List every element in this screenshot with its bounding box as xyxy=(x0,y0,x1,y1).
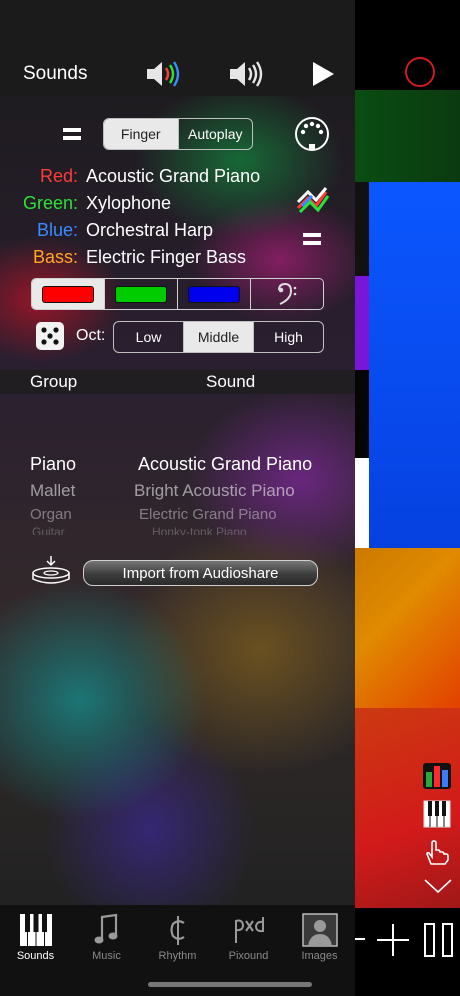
channel-key: Bass: xyxy=(32,247,78,267)
group-item[interactable]: Organ xyxy=(30,506,72,523)
pause-icon[interactable] xyxy=(423,922,455,958)
mode-finger[interactable]: Finger xyxy=(104,119,178,149)
bass-channel-tab[interactable] xyxy=(250,279,323,309)
octave-middle[interactable]: Middle xyxy=(183,322,253,352)
blue-swatch xyxy=(188,285,240,303)
midi-connector-icon[interactable] xyxy=(294,116,330,152)
sound-item-selected[interactable]: Acoustic Grand Piano xyxy=(138,454,312,475)
channel-key: Red: xyxy=(39,166,78,186)
sound-item[interactable]: Honky-tonk Piano xyxy=(152,525,247,535)
canvas-block xyxy=(355,90,460,182)
channel-color-selector[interactable] xyxy=(31,278,324,310)
tab-label: Pixound xyxy=(228,950,269,962)
zoom-in-button[interactable] xyxy=(375,922,411,958)
dice-icon[interactable] xyxy=(36,322,64,350)
octave-low[interactable]: Low xyxy=(114,322,183,352)
channel-sound: Electric Finger Bass xyxy=(86,247,247,267)
chevron-down-icon[interactable] xyxy=(423,876,453,896)
play-icon[interactable] xyxy=(310,60,336,88)
tab-label: Rhythm xyxy=(158,950,197,962)
sound-picker[interactable]: Acoustic Grand Piano Bright Acoustic Pia… xyxy=(130,440,355,540)
record-button[interactable] xyxy=(405,57,435,87)
picker-header: Group Sound xyxy=(0,370,355,394)
speaker-icon[interactable] xyxy=(226,58,264,90)
tab-music[interactable]: Music xyxy=(71,905,142,965)
equals-icon[interactable] xyxy=(63,128,81,140)
red-channel-tab[interactable] xyxy=(32,279,104,309)
import-label: Import from Audioshare xyxy=(122,564,279,582)
speaker-color-icon[interactable] xyxy=(143,58,183,90)
tab-label: Music xyxy=(92,950,121,962)
keyboard-icon[interactable] xyxy=(423,800,451,828)
tab-sounds[interactable]: Sounds xyxy=(0,905,71,965)
cut-time-icon xyxy=(161,909,195,947)
channel-row-blue[interactable]: Blue: Orchestral Harp xyxy=(0,220,213,241)
octave-label: Oct: xyxy=(76,327,106,344)
channel-key: Green: xyxy=(22,193,78,213)
sounds-panel: Sounds Finger Autoplay Red: Acoustic Gra… xyxy=(0,0,355,905)
tab-pixound[interactable]: Pixound xyxy=(213,905,284,965)
channel-row-green[interactable]: Green: Xylophone xyxy=(0,193,171,214)
blue-channel-tab[interactable] xyxy=(177,279,250,309)
tab-label: Sounds xyxy=(16,950,55,962)
music-note-icon xyxy=(90,909,124,947)
group-item[interactable]: Mallet xyxy=(30,481,75,501)
green-channel-tab[interactable] xyxy=(104,279,177,309)
equals-icon[interactable] xyxy=(303,233,321,245)
group-picker[interactable]: Piano Mallet Organ Guitar xyxy=(0,440,130,540)
mode-selector[interactable]: Finger Autoplay xyxy=(103,118,253,150)
canvas-block xyxy=(355,548,460,708)
shuffle-icon[interactable] xyxy=(296,184,330,214)
channel-row-bass[interactable]: Bass: Electric Finger Bass xyxy=(0,247,246,268)
green-swatch xyxy=(115,285,167,303)
sound-item[interactable]: Bright Acoustic Piano xyxy=(134,481,295,501)
canvas-block xyxy=(355,276,369,370)
canvas-block xyxy=(355,182,369,276)
canvas-block xyxy=(369,182,460,548)
canvas-block xyxy=(355,370,369,458)
levels-icon[interactable] xyxy=(423,763,451,789)
channel-sound: Xylophone xyxy=(86,193,172,213)
group-item[interactable]: Guitar xyxy=(32,525,65,535)
sound-header: Sound xyxy=(206,372,256,391)
hand-pointer-icon[interactable] xyxy=(423,838,451,866)
color-canvas[interactable] xyxy=(355,0,460,996)
home-indicator[interactable] xyxy=(148,982,312,987)
page-title: Sounds xyxy=(23,63,88,84)
channel-key: Blue: xyxy=(36,220,78,240)
person-photo-icon xyxy=(301,909,338,947)
canvas-block xyxy=(355,458,369,548)
audioshare-import-icon[interactable] xyxy=(30,555,72,589)
octave-selector[interactable]: Low Middle High xyxy=(113,321,324,353)
group-item-selected[interactable]: Piano xyxy=(30,454,76,475)
pixound-logo-icon xyxy=(232,909,266,947)
tab-images[interactable]: Images xyxy=(284,905,355,965)
bass-clef-icon xyxy=(278,282,297,305)
zoom-out-button[interactable] xyxy=(355,924,367,954)
octave-high[interactable]: High xyxy=(253,322,323,352)
import-audioshare-button[interactable]: Import from Audioshare xyxy=(83,560,318,586)
channel-sound: Orchestral Harp xyxy=(86,220,214,240)
group-header: Group xyxy=(30,372,78,391)
tab-label: Images xyxy=(301,950,338,962)
red-swatch xyxy=(42,285,94,303)
tab-rhythm[interactable]: Rhythm xyxy=(142,905,213,965)
mode-autoplay[interactable]: Autoplay xyxy=(177,119,253,149)
sound-item[interactable]: Electric Grand Piano xyxy=(139,506,277,523)
piano-keys-icon xyxy=(19,909,53,947)
channel-sound: Acoustic Grand Piano xyxy=(86,166,261,186)
channel-row-red[interactable]: Red: Acoustic Grand Piano xyxy=(0,166,260,187)
